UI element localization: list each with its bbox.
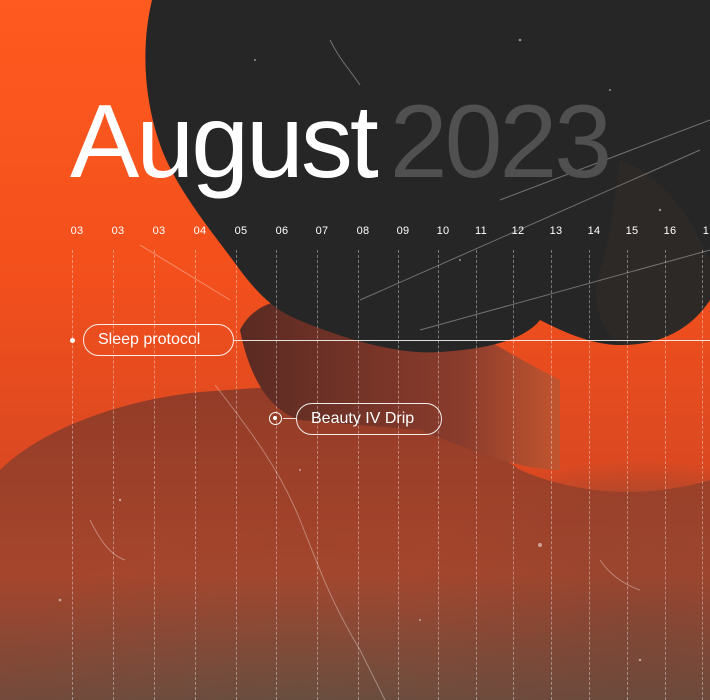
day-tick: 16: [663, 225, 677, 237]
day-scale: 03 03 03 04 05 06 07 08 09 10 11 12 13 1…: [0, 225, 710, 241]
year-label: 2023: [389, 84, 612, 200]
day-tick: 12: [511, 225, 525, 237]
day-tick: 07: [315, 225, 329, 237]
grid-line: [317, 250, 318, 700]
grid-line: [702, 250, 703, 700]
grid-line: [551, 250, 552, 700]
grid-line: [476, 250, 477, 700]
month-label: August: [70, 84, 379, 200]
page-title: August 2023: [70, 90, 612, 194]
day-tick: 09: [396, 225, 410, 237]
sleep-protocol-event[interactable]: Sleep protocol: [83, 324, 234, 356]
grid-line: [236, 250, 237, 700]
grid-line: [627, 250, 628, 700]
event-connector: [283, 418, 296, 419]
day-tick: 14: [587, 225, 601, 237]
event-start-dot: [70, 338, 75, 343]
day-tick: 06: [275, 225, 289, 237]
event-marker-icon: [269, 412, 282, 425]
grid-line: [438, 250, 439, 700]
day-tick: 04: [193, 225, 207, 237]
grid-line: [154, 250, 155, 700]
poster: August 2023 03 03 03 04 05 06 07 08 09 10…: [0, 0, 710, 700]
grid-line: [589, 250, 590, 700]
grid-line: [195, 250, 196, 700]
grid-line: [113, 250, 114, 700]
beauty-iv-drip-event[interactable]: Beauty IV Drip: [296, 403, 442, 435]
day-tick: 03: [152, 225, 166, 237]
day-tick: 03: [70, 225, 84, 237]
day-tick: 11: [474, 225, 488, 237]
day-tick: 15: [625, 225, 639, 237]
day-tick: 10: [436, 225, 450, 237]
grid-line: [513, 250, 514, 700]
day-tick: 1: [702, 225, 710, 237]
day-tick: 03: [111, 225, 125, 237]
day-tick: 05: [234, 225, 248, 237]
grid-line: [398, 250, 399, 700]
day-tick: 13: [549, 225, 563, 237]
sleep-protocol-duration-line: [234, 340, 710, 341]
grid-line: [358, 250, 359, 700]
grid-line: [665, 250, 666, 700]
grid-line: [72, 250, 73, 700]
day-tick: 08: [356, 225, 370, 237]
grid-line: [276, 250, 277, 700]
